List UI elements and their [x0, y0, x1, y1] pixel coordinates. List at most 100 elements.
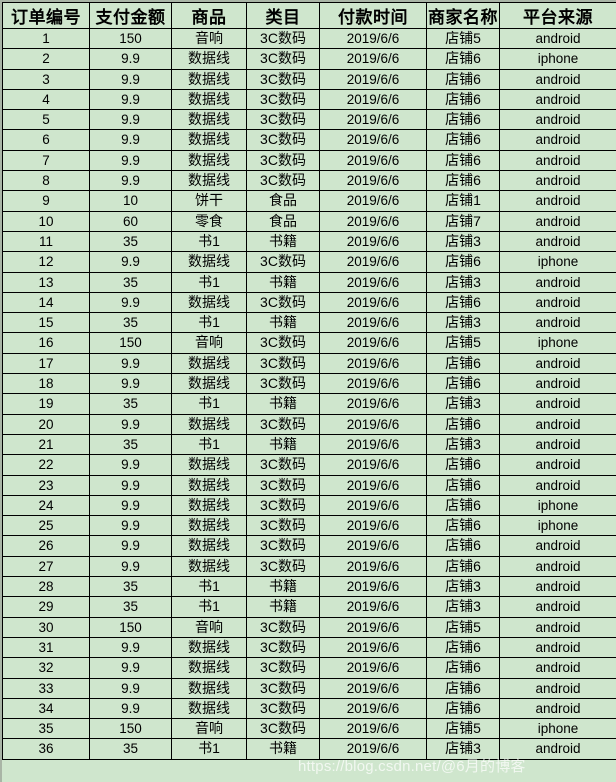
- cell-product[interactable]: 音响: [171, 332, 247, 354]
- cell-order-id[interactable]: 5: [2, 109, 90, 131]
- cell-category[interactable]: 书籍: [246, 738, 320, 760]
- cell-platform-source[interactable]: android: [499, 555, 616, 578]
- cell-merchant-name[interactable]: 店铺6: [426, 149, 500, 172]
- cell-order-id[interactable]: 12: [2, 251, 90, 273]
- cell-order-id[interactable]: 11: [2, 230, 90, 253]
- cell-order-id[interactable]: 7: [2, 149, 90, 172]
- column-header-category[interactable]: 类目: [246, 2, 320, 29]
- cell-payment-time[interactable]: 2019/6/6: [319, 271, 427, 293]
- cell-payment-amount[interactable]: 9.9: [89, 555, 172, 578]
- cell-payment-amount[interactable]: 9.9: [89, 413, 172, 435]
- cell-payment-time[interactable]: 2019/6/6: [319, 190, 427, 212]
- cell-payment-amount[interactable]: 9.9: [89, 494, 172, 517]
- cell-order-id[interactable]: 19: [2, 393, 90, 415]
- cell-product[interactable]: 数据线: [171, 352, 247, 375]
- cell-payment-amount[interactable]: 10: [89, 190, 172, 212]
- table-row[interactable]: 33 9.9 数据线 3C数码 2019/6/6 店铺6 android: [2, 677, 616, 699]
- table-row[interactable]: 17 9.9 数据线 3C数码 2019/6/6 店铺6 android: [2, 352, 616, 375]
- cell-order-id[interactable]: 13: [2, 271, 90, 293]
- cell-platform-source[interactable]: iphone: [499, 48, 616, 70]
- cell-product[interactable]: 书1: [171, 271, 247, 293]
- table-row[interactable]: 1 150 音响 3C数码 2019/6/6 店铺5 android: [2, 27, 616, 50]
- cell-category[interactable]: 3C数码: [246, 170, 320, 192]
- cell-merchant-name[interactable]: 店铺6: [426, 555, 500, 578]
- cell-platform-source[interactable]: android: [499, 596, 616, 618]
- cell-payment-time[interactable]: 2019/6/6: [319, 718, 427, 740]
- cell-product[interactable]: 数据线: [171, 494, 247, 517]
- cell-product[interactable]: 音响: [171, 616, 247, 638]
- cell-product[interactable]: 数据线: [171, 657, 247, 679]
- cell-product[interactable]: 数据线: [171, 291, 247, 314]
- cell-payment-amount[interactable]: 150: [89, 27, 172, 50]
- cell-merchant-name[interactable]: 店铺6: [426, 474, 500, 496]
- cell-order-id[interactable]: 23: [2, 474, 90, 496]
- table-row[interactable]: 16 150 音响 3C数码 2019/6/6 店铺5 iphone: [2, 332, 616, 354]
- table-row[interactable]: 29 35 书1 书籍 2019/6/6 店铺3 android: [2, 596, 616, 618]
- cell-payment-time[interactable]: 2019/6/6: [319, 494, 427, 517]
- cell-payment-time[interactable]: 2019/6/6: [319, 291, 427, 314]
- cell-payment-time[interactable]: 2019/6/6: [319, 312, 427, 334]
- cell-order-id[interactable]: 33: [2, 677, 90, 699]
- cell-product[interactable]: 数据线: [171, 474, 247, 496]
- table-row[interactable]: 35 150 音响 3C数码 2019/6/6 店铺5 iphone: [2, 718, 616, 740]
- cell-payment-time[interactable]: 2019/6/6: [319, 332, 427, 354]
- cell-order-id[interactable]: 21: [2, 433, 90, 456]
- cell-category[interactable]: 书籍: [246, 596, 320, 618]
- cell-payment-time[interactable]: 2019/6/6: [319, 230, 427, 253]
- cell-category[interactable]: 3C数码: [246, 616, 320, 638]
- cell-merchant-name[interactable]: 店铺6: [426, 454, 500, 476]
- cell-payment-time[interactable]: 2019/6/6: [319, 474, 427, 496]
- cell-payment-amount[interactable]: 9.9: [89, 373, 172, 395]
- cell-payment-amount[interactable]: 9.9: [89, 109, 172, 131]
- cell-order-id[interactable]: 35: [2, 718, 90, 740]
- cell-category[interactable]: 3C数码: [246, 494, 320, 517]
- cell-order-id[interactable]: 29: [2, 596, 90, 618]
- cell-merchant-name[interactable]: 店铺7: [426, 210, 500, 232]
- cell-product[interactable]: 书1: [171, 576, 247, 598]
- cell-merchant-name[interactable]: 店铺5: [426, 332, 500, 354]
- cell-order-id[interactable]: 6: [2, 129, 90, 151]
- cell-payment-amount[interactable]: 9.9: [89, 88, 172, 111]
- cell-category[interactable]: 3C数码: [246, 454, 320, 476]
- cell-payment-amount[interactable]: 60: [89, 210, 172, 232]
- cell-payment-time[interactable]: 2019/6/6: [319, 170, 427, 192]
- cell-order-id[interactable]: 30: [2, 616, 90, 638]
- cell-category[interactable]: 书籍: [246, 271, 320, 293]
- cell-platform-source[interactable]: android: [499, 738, 616, 760]
- cell-product[interactable]: 数据线: [171, 129, 247, 151]
- cell-platform-source[interactable]: android: [499, 210, 616, 232]
- cell-merchant-name[interactable]: 店铺6: [426, 129, 500, 151]
- cell-payment-time[interactable]: 2019/6/6: [319, 697, 427, 720]
- cell-merchant-name[interactable]: 店铺5: [426, 616, 500, 638]
- cell-merchant-name[interactable]: 店铺1: [426, 190, 500, 212]
- table-row[interactable]: 32 9.9 数据线 3C数码 2019/6/6 店铺6 android: [2, 657, 616, 679]
- cell-platform-source[interactable]: android: [499, 271, 616, 293]
- table-row[interactable]: 15 35 书1 书籍 2019/6/6 店铺3 android: [2, 312, 616, 334]
- cell-order-id[interactable]: 26: [2, 535, 90, 557]
- cell-merchant-name[interactable]: 店铺6: [426, 515, 500, 537]
- table-row[interactable]: 10 60 零食 食品 2019/6/6 店铺7 android: [2, 210, 616, 232]
- cell-product[interactable]: 数据线: [171, 373, 247, 395]
- cell-category[interactable]: 3C数码: [246, 413, 320, 435]
- table-row[interactable]: 20 9.9 数据线 3C数码 2019/6/6 店铺6 android: [2, 413, 616, 435]
- cell-category[interactable]: 3C数码: [246, 718, 320, 740]
- cell-order-id[interactable]: 9: [2, 190, 90, 212]
- table-row[interactable]: 36 35 书1 书籍 2019/6/6 店铺3 android: [2, 738, 616, 760]
- cell-order-id[interactable]: 1: [2, 27, 90, 50]
- table-row[interactable]: 22 9.9 数据线 3C数码 2019/6/6 店铺6 android: [2, 454, 616, 476]
- cell-category[interactable]: 3C数码: [246, 251, 320, 273]
- cell-payment-time[interactable]: 2019/6/6: [319, 48, 427, 70]
- cell-order-id[interactable]: 8: [2, 170, 90, 192]
- cell-product[interactable]: 数据线: [171, 68, 247, 90]
- cell-merchant-name[interactable]: 店铺6: [426, 88, 500, 111]
- cell-category[interactable]: 书籍: [246, 433, 320, 456]
- cell-payment-amount[interactable]: 9.9: [89, 535, 172, 557]
- cell-product[interactable]: 数据线: [171, 677, 247, 699]
- cell-payment-time[interactable]: 2019/6/6: [319, 68, 427, 90]
- cell-product[interactable]: 数据线: [171, 555, 247, 578]
- cell-order-id[interactable]: 28: [2, 576, 90, 598]
- cell-category[interactable]: 3C数码: [246, 352, 320, 375]
- cell-merchant-name[interactable]: 店铺6: [426, 413, 500, 435]
- cell-order-id[interactable]: 25: [2, 515, 90, 537]
- cell-payment-time[interactable]: 2019/6/6: [319, 555, 427, 578]
